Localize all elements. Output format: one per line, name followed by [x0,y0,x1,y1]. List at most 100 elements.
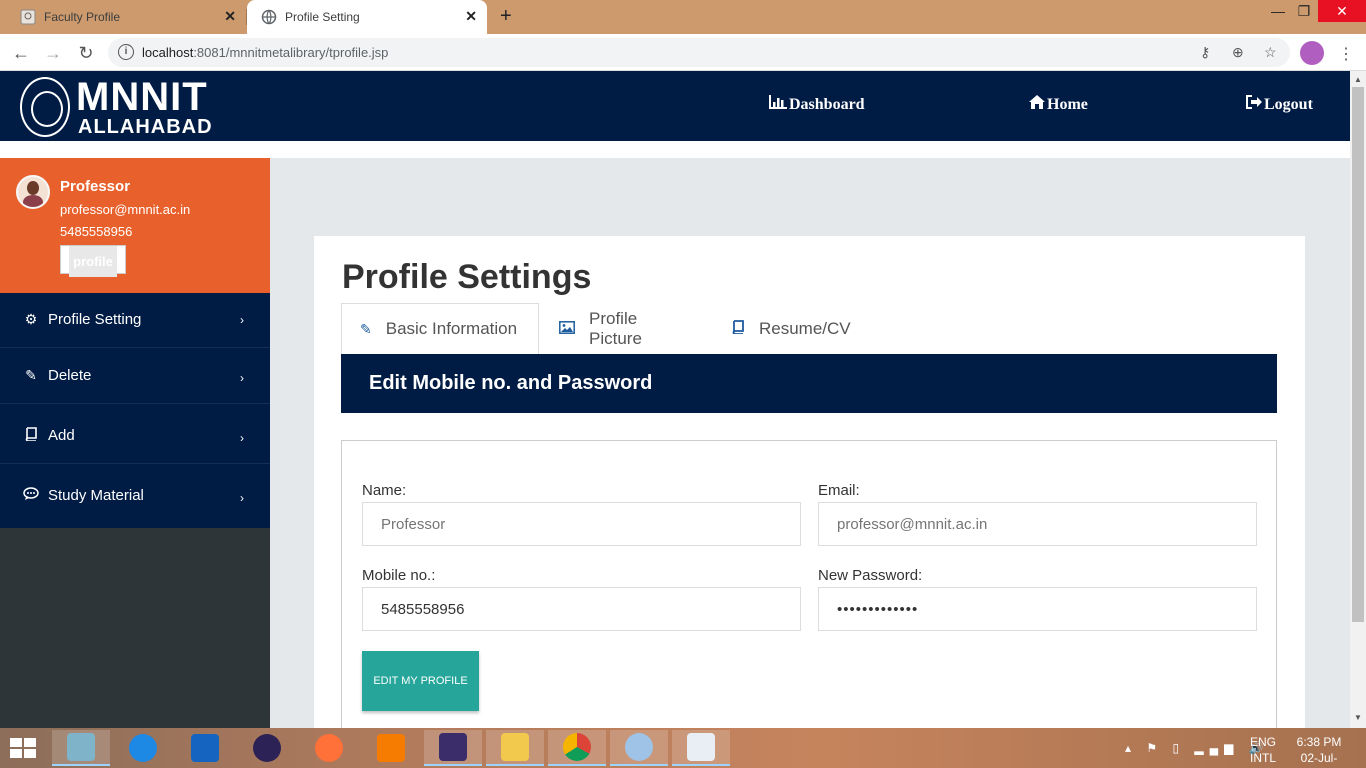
minimize-icon[interactable]: — [1266,0,1290,22]
header-divider [0,141,1350,158]
edit-profile-button[interactable]: EDIT MY PROFILE [362,651,479,711]
book-icon [731,320,745,337]
browser-tab-profile-setting[interactable]: Profile Setting ✕ [247,0,487,34]
taskbar-eclipse-icon[interactable] [238,730,296,766]
cogs-icon: ⚙ [24,311,38,327]
taskbar-firefox-icon[interactable] [300,730,358,766]
close-tab-icon[interactable]: ✕ [224,8,236,25]
tab-label: Profile Picture [589,308,642,348]
lang-code: ENG [1250,735,1277,749]
image-icon [559,320,575,337]
clock-time: 6:38 PM [1296,735,1342,749]
taskbar-notepad-icon[interactable] [52,730,110,766]
clock-date: 02-Jul-20 [1300,751,1338,768]
email-field[interactable] [818,502,1257,546]
input-language[interactable]: ENG INTL [1250,734,1276,768]
edit-profile-form: Name: Email: Mobile no.: New Password: E… [341,440,1277,740]
sidebar-item-delete[interactable]: ✎ Delete › [0,349,270,404]
plus-icon[interactable]: + [500,5,512,28]
section-header: Edit Mobile no. and Password [341,354,1277,413]
nav-dashboard-label: Dashboard [789,95,865,113]
taskbar-java-ide-icon[interactable] [424,730,482,766]
star-icon[interactable]: ☆ [1264,44,1277,61]
url-host: localhost [142,45,194,60]
page-favicon-icon [20,9,36,25]
comments-icon [22,487,40,504]
address-bar[interactable]: i localhost:8081/mnnitmetalibrary/tprofi… [108,38,1290,67]
sidebar-menu: ⚙ Profile Setting › ✎ Delete › Add › Stu… [0,293,270,528]
info-icon[interactable]: i [118,44,134,60]
zoom-icon[interactable]: ⊕ [1232,44,1244,61]
url-text: localhost:8081/mnnitmetalibrary/tprofile… [142,45,388,60]
taskbar-shield-icon[interactable] [176,730,234,766]
page-scrollbar[interactable]: ▲ ▼ [1350,71,1366,728]
logo-title: MNNIT [76,75,208,119]
avatar [16,175,50,209]
mobile-field[interactable] [362,587,801,631]
taskbar-window-icon[interactable] [672,730,730,766]
profile-settings-card: Profile Settings ✎ Basic Information Pro… [314,236,1305,740]
sidebar-item-profile-setting[interactable]: ⚙ Profile Setting › [0,293,270,348]
lang-layout: INTL [1250,751,1277,765]
chevron-right-icon: › [240,371,244,385]
scroll-up-icon[interactable]: ▲ [1354,75,1362,84]
restore-icon[interactable]: ❐ [1292,0,1316,22]
sidebar-item-label: Study Material [48,487,144,504]
sidebar-item-add[interactable]: Add › [0,409,270,464]
nav-home[interactable]: Home [1029,95,1088,114]
email-label: Email: [818,482,860,499]
tab-title: Profile Setting [285,10,360,24]
forward-arrow-icon[interactable]: → [41,41,65,65]
taskbar-paint-icon[interactable] [610,730,668,766]
mobile-label: Mobile no.: [362,567,436,584]
sidebar: Professor professor@mnnit.ac.in 54855589… [0,158,270,728]
nav-home-label: Home [1047,95,1088,113]
tab-basic-information[interactable]: ✎ Basic Information [341,303,539,354]
nav-logout-label: Logout [1264,95,1313,113]
browser-profile-avatar[interactable] [1300,41,1324,65]
site-header: MNNIT ALLAHABAD Dashboard Home Logout [0,71,1350,141]
tab-label: Resume/CV [759,318,851,338]
sidebar-item-label: Profile Setting [48,311,142,328]
url-path: :8081/mnnitmetalibrary/tprofile.jsp [193,45,389,60]
taskbar-file-explorer-icon[interactable] [486,730,544,766]
password-field[interactable] [818,587,1257,631]
taskbar-chrome-icon[interactable] [548,730,606,766]
home-icon [1029,95,1045,114]
name-field[interactable] [362,502,801,546]
close-tab-icon[interactable]: ✕ [465,8,477,25]
name-label: Name: [362,482,407,499]
taskbar-tools-icon[interactable] [114,730,172,766]
browser-tab-faculty-profile[interactable]: Faculty Profile ✕ [0,0,247,34]
user-email: professor@mnnit.ac.in [60,202,191,217]
kebab-menu-icon[interactable]: ⋮ [1338,44,1354,64]
taskbar-pdf-icon[interactable] [362,730,420,766]
key-icon[interactable]: ⚷ [1200,44,1210,61]
password-label: New Password: [818,567,923,584]
profile-button[interactable]: profile [60,245,126,277]
sidebar-item-label: Delete [48,367,92,384]
reload-icon[interactable]: ↻ [74,41,98,65]
logo-subtitle: ALLAHABAD [78,116,213,138]
user-name: Professor [60,178,131,195]
scroll-down-icon[interactable]: ▼ [1354,713,1362,722]
windows-taskbar: ▴ ⚑ ▯ ▂▄▆ 🔊 ENG INTL 6:38 PM 02-Jul-20 [0,728,1366,768]
scrollbar-thumb[interactable] [1352,87,1364,622]
book-icon [22,427,40,444]
nav-dashboard[interactable]: Dashboard [769,95,865,114]
sidebar-item-study-material[interactable]: Study Material › [0,469,270,524]
back-arrow-icon[interactable]: ← [9,41,33,65]
sign-out-icon [1246,95,1262,114]
tab-resume-cv[interactable]: Resume/CV [731,303,851,354]
nav-logout[interactable]: Logout [1246,95,1313,114]
system-clock[interactable]: 6:38 PM 02-Jul-20 [1294,734,1344,768]
windows-start-icon[interactable] [10,738,36,758]
chevron-right-icon: › [240,491,244,505]
page-title: Profile Settings [342,258,592,296]
sidebar-item-label: Add [48,427,75,444]
system-tray-icons[interactable]: ▴ ⚑ ▯ ▂▄▆ 🔊 [1125,741,1270,768]
tab-profile-picture[interactable]: Profile Picture [559,303,642,354]
tab-label: Basic Information [385,319,518,338]
window-close-icon[interactable]: ✕ [1318,0,1366,22]
globe-icon [261,9,277,25]
